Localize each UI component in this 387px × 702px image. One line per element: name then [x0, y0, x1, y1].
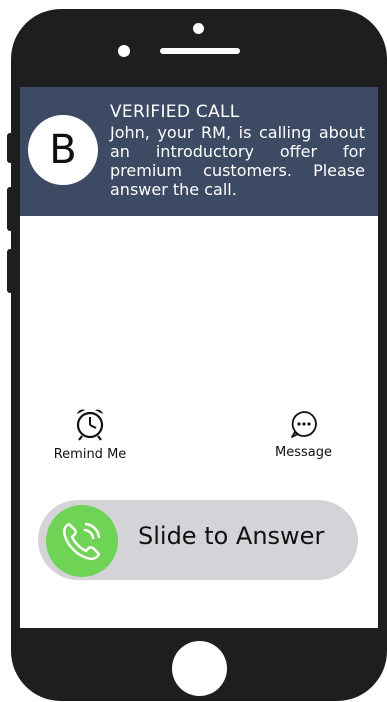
- alarm-clock-icon: [76, 409, 104, 441]
- proximity-sensor: [118, 45, 130, 57]
- stage: B VERIFIED CALL John, your RM, is callin…: [0, 0, 387, 702]
- slide-to-answer-label: Slide to Answer: [138, 522, 325, 550]
- answer-slider-knob[interactable]: [46, 505, 118, 577]
- message-label: Message: [275, 445, 332, 460]
- message-button[interactable]: Message: [266, 409, 341, 460]
- notification-title: VERIFIED CALL: [110, 102, 240, 122]
- remind-me-label: Remind Me: [53, 447, 127, 462]
- verified-call-notification[interactable]: B VERIFIED CALL John, your RM, is callin…: [20, 87, 378, 216]
- phone-screen: B VERIFIED CALL John, your RM, is callin…: [20, 87, 378, 628]
- message-bubble-icon: [290, 411, 317, 438]
- phone-icon: [62, 522, 101, 561]
- remind-me-button[interactable]: Remind Me: [44, 407, 136, 462]
- slide-to-answer-slider[interactable]: Slide to Answer: [38, 500, 358, 580]
- notification-message: John, your RM, is calling about an intro…: [110, 123, 365, 199]
- front-camera: [193, 23, 204, 34]
- earpiece-speaker: [160, 48, 240, 54]
- home-button[interactable]: [172, 641, 227, 696]
- brand-avatar: B: [28, 115, 98, 185]
